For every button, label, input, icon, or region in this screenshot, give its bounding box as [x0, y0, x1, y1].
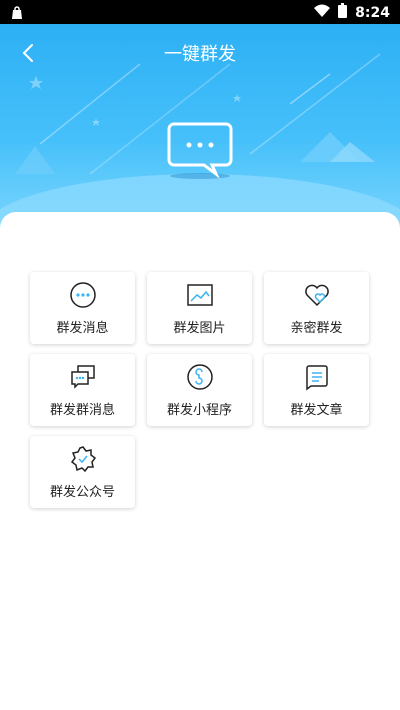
card-label: 群发消息 [56, 320, 109, 336]
mass-article-button[interactable]: 群发文章 [264, 354, 369, 426]
status-bar: 8:24 [0, 0, 400, 24]
heart-icon [304, 284, 329, 306]
card-label: 群发小程序 [166, 402, 232, 418]
speech-bubble-icon [166, 120, 236, 184]
battery-icon [338, 3, 348, 22]
article-icon [305, 364, 328, 390]
wifi-icon [314, 4, 331, 22]
image-icon [186, 283, 213, 306]
card-label: 群发文章 [290, 402, 343, 418]
function-grid: 群发消息 群发图片 亲密群发 群发群消息 群发小程序 群发文章 群发公众号 [30, 272, 370, 508]
card-label: 亲密群发 [290, 320, 343, 336]
clock: 8:24 [355, 4, 390, 21]
mass-official-account-button[interactable]: 群发公众号 [30, 436, 135, 508]
official-account-icon [70, 445, 96, 472]
card-label: 群发群消息 [49, 402, 115, 418]
header-banner: 一键群发 [0, 24, 400, 234]
page-title: 一键群发 [164, 44, 236, 65]
card-label: 群发公众号 [49, 484, 115, 500]
mass-message-button[interactable]: 群发消息 [30, 272, 135, 344]
mass-image-button[interactable]: 群发图片 [147, 272, 252, 344]
intimate-mass-send-button[interactable]: 亲密群发 [264, 272, 369, 344]
group-chat-icon [70, 364, 95, 389]
bag-icon [10, 5, 24, 24]
chat-bubble-icon [69, 281, 96, 308]
mass-mini-program-button[interactable]: 群发小程序 [147, 354, 252, 426]
card-label: 群发图片 [173, 320, 226, 336]
mass-group-message-button[interactable]: 群发群消息 [30, 354, 135, 426]
mini-program-icon [186, 363, 213, 390]
function-panel: 群发消息 群发图片 亲密群发 群发群消息 群发小程序 群发文章 群发公众号 [0, 212, 400, 710]
